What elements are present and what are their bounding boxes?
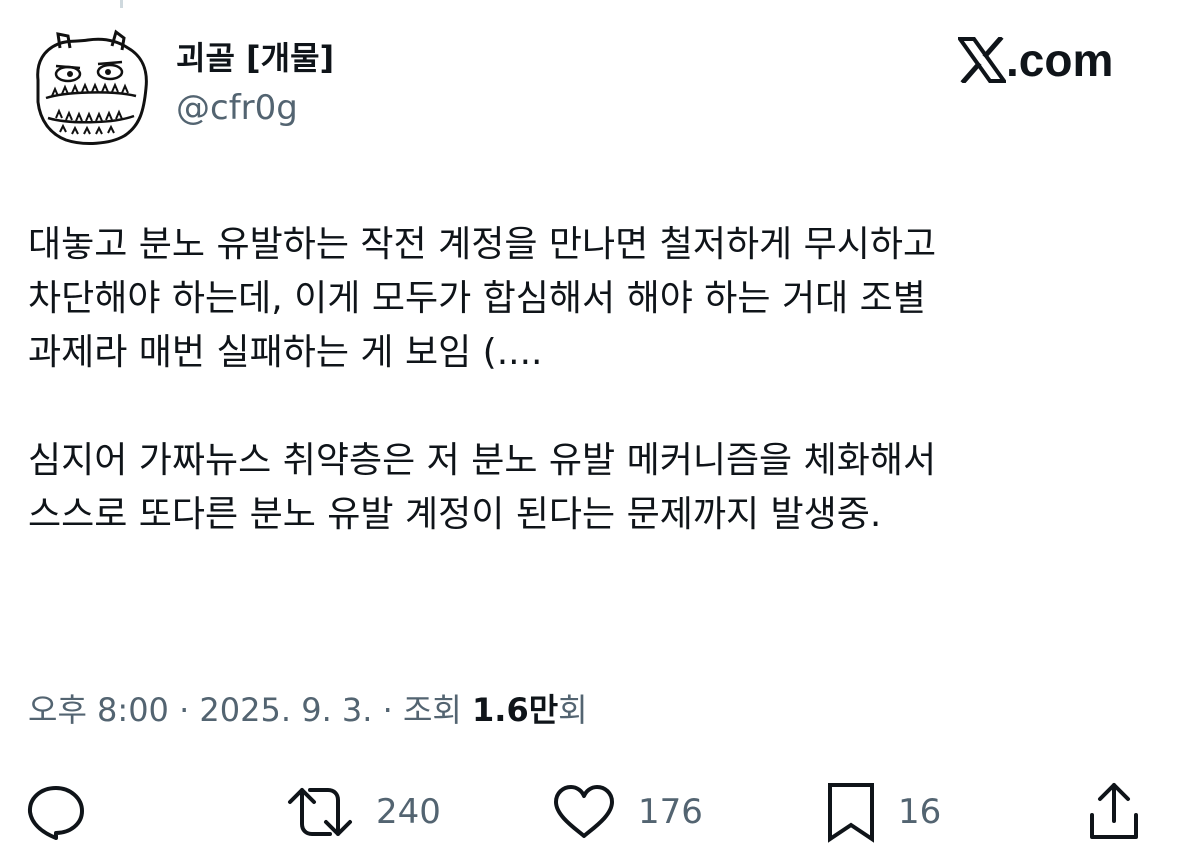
bookmark-icon	[828, 783, 874, 843]
heart-icon	[554, 785, 614, 838]
site-watermark: .com	[958, 34, 1114, 86]
like-count: 176	[638, 792, 703, 832]
tweet-line: 과제라 매번 실패하는 게 보임 (....	[28, 332, 543, 373]
author-display-name[interactable]: 괴골 [개물]	[176, 38, 334, 78]
avatar[interactable]	[24, 22, 152, 150]
thread-connector-line	[120, 0, 123, 8]
retweet-button[interactable]: 240	[286, 780, 441, 844]
like-button[interactable]: 176	[552, 780, 703, 844]
action-bar: 240 176 16	[0, 780, 1179, 844]
reply-button[interactable]	[26, 780, 86, 844]
tweet-blank-line	[28, 380, 1158, 434]
view-count-unit: 만	[528, 691, 559, 729]
retweet-icon	[288, 788, 352, 836]
bookmark-button[interactable]: 16	[826, 780, 941, 844]
share-button[interactable]	[1086, 780, 1142, 844]
view-count-suffix: 회	[558, 691, 588, 729]
tweet-line: 대놓고 분노 유발하는 작전 계정을 만나면 철저하게 무시하고	[28, 224, 937, 265]
tweet-line: 차단해야 하는데, 이게 모두가 합심해서 해야 하는 거대 조별	[28, 278, 926, 319]
site-domain-text: .com	[1006, 34, 1114, 86]
doodle-monster-avatar-icon	[36, 29, 148, 145]
bookmark-count: 16	[898, 792, 942, 832]
retweet-count: 240	[376, 792, 441, 832]
view-count-number: 1.6	[472, 691, 529, 729]
tweet-line: 스스로 또다른 분노 유발 계정이 된다는 문제까지 발생중.	[28, 494, 882, 535]
tweet-meta: 오후 8:00 · 2025. 9. 3. · 조회 1.6만회	[28, 688, 588, 732]
reply-icon	[27, 786, 84, 840]
tweet-text: 대놓고 분노 유발하는 작전 계정을 만나면 철저하게 무시하고 차단해야 하는…	[28, 218, 1158, 542]
tweet-timestamp[interactable]: 오후 8:00 · 2025. 9. 3. · 조회	[28, 691, 472, 729]
author-handle[interactable]: @cfr0g	[176, 88, 298, 128]
tweet-line: 심지어 가짜뉴스 취약층은 저 분노 유발 메커니즘을 체화해서	[28, 440, 937, 481]
share-icon	[1090, 783, 1138, 839]
x-logo-icon	[958, 37, 1006, 83]
